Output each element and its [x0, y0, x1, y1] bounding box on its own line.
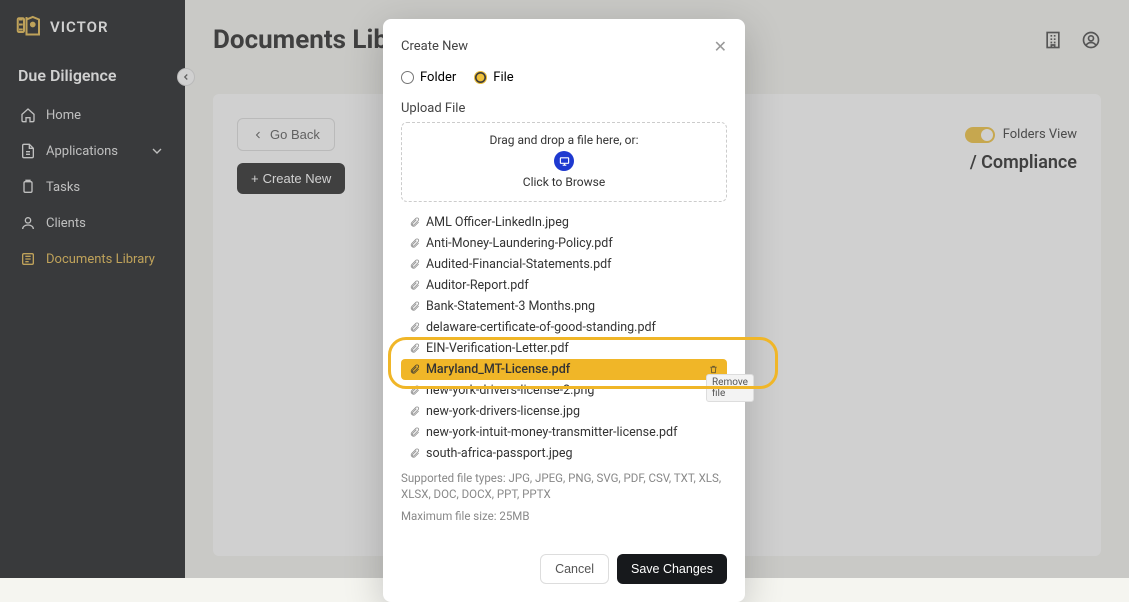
file-name: new-york-drivers-license-2.png [426, 383, 594, 398]
file-row[interactable]: south-africa-passport.jpeg [401, 443, 727, 464]
paperclip-icon [409, 280, 420, 291]
radio-label: File [493, 70, 513, 85]
file-name: Bank-Statement-3 Months.png [426, 299, 595, 314]
paperclip-icon [409, 364, 420, 375]
file-row[interactable]: Bank-Statement-3 Months.png [401, 296, 727, 317]
file-row[interactable]: AML Officer-LinkedIn.jpeg [401, 212, 727, 233]
paperclip-icon [409, 343, 420, 354]
file-name: Audited-Financial-Statements.pdf [426, 257, 612, 272]
file-row[interactable]: new-york-intuit-money-transmitter-licens… [401, 422, 727, 443]
file-name: Anti-Money-Laundering-Policy.pdf [426, 236, 613, 251]
file-row[interactable]: Auditor-Report.pdf [401, 275, 727, 296]
drop-text: Drag and drop a file here, or: [408, 133, 720, 147]
radio-folder-input[interactable] [401, 71, 414, 84]
paperclip-icon [409, 259, 420, 270]
create-new-modal: Create New ✕ Folder File Upload File Dra… [383, 19, 745, 602]
save-button[interactable]: Save Changes [617, 554, 727, 584]
radio-label: Folder [420, 70, 456, 85]
paperclip-icon [409, 322, 420, 333]
file-name: delaware-certificate-of-good-standing.pd… [426, 320, 656, 335]
file-row[interactable]: Audited-Financial-Statements.pdf [401, 254, 727, 275]
file-name: AML Officer-LinkedIn.jpeg [426, 215, 569, 230]
modal-title: Create New [401, 39, 468, 54]
cancel-button[interactable]: Cancel [540, 554, 609, 584]
paperclip-icon [409, 427, 420, 438]
paperclip-icon [409, 406, 420, 417]
file-name: Maryland_MT-License.pdf [426, 362, 570, 377]
file-name: EIN-Verification-Letter.pdf [426, 341, 569, 356]
remove-file-tooltip: Remove file [706, 374, 754, 402]
upload-label: Upload File [401, 101, 727, 116]
file-row[interactable]: new-york-drivers-license-2.png [401, 380, 727, 401]
file-name: new-york-intuit-money-transmitter-licens… [426, 425, 677, 440]
hint-types: Supported file types: JPG, JPEG, PNG, SV… [401, 470, 727, 502]
paperclip-icon [409, 238, 420, 249]
file-row[interactable]: Anti-Money-Laundering-Policy.pdf [401, 233, 727, 254]
radio-file-input[interactable] [474, 71, 487, 84]
dropzone[interactable]: Drag and drop a file here, or: Click to … [401, 122, 727, 202]
file-name: Auditor-Report.pdf [426, 278, 529, 293]
hint-size: Maximum file size: 25MB [401, 508, 727, 524]
file-row[interactable]: delaware-certificate-of-good-standing.pd… [401, 317, 727, 338]
file-row[interactable]: Maryland_MT-License.pdf [401, 359, 727, 380]
file-list: AML Officer-LinkedIn.jpeg Anti-Money-Laun… [401, 212, 727, 464]
paperclip-icon [409, 217, 420, 228]
file-row[interactable]: new-york-drivers-license.jpg [401, 401, 727, 422]
upload-monitor-icon [554, 151, 574, 171]
radio-file[interactable]: File [474, 70, 513, 85]
paperclip-icon [409, 448, 420, 459]
browse-text: Click to Browse [408, 175, 720, 189]
file-row[interactable]: EIN-Verification-Letter.pdf [401, 338, 727, 359]
paperclip-icon [409, 385, 420, 396]
close-icon[interactable]: ✕ [714, 37, 727, 56]
paperclip-icon [409, 301, 420, 312]
file-name: new-york-drivers-license.jpg [426, 404, 580, 419]
file-name: south-africa-passport.jpeg [426, 446, 573, 461]
radio-folder[interactable]: Folder [401, 70, 456, 85]
